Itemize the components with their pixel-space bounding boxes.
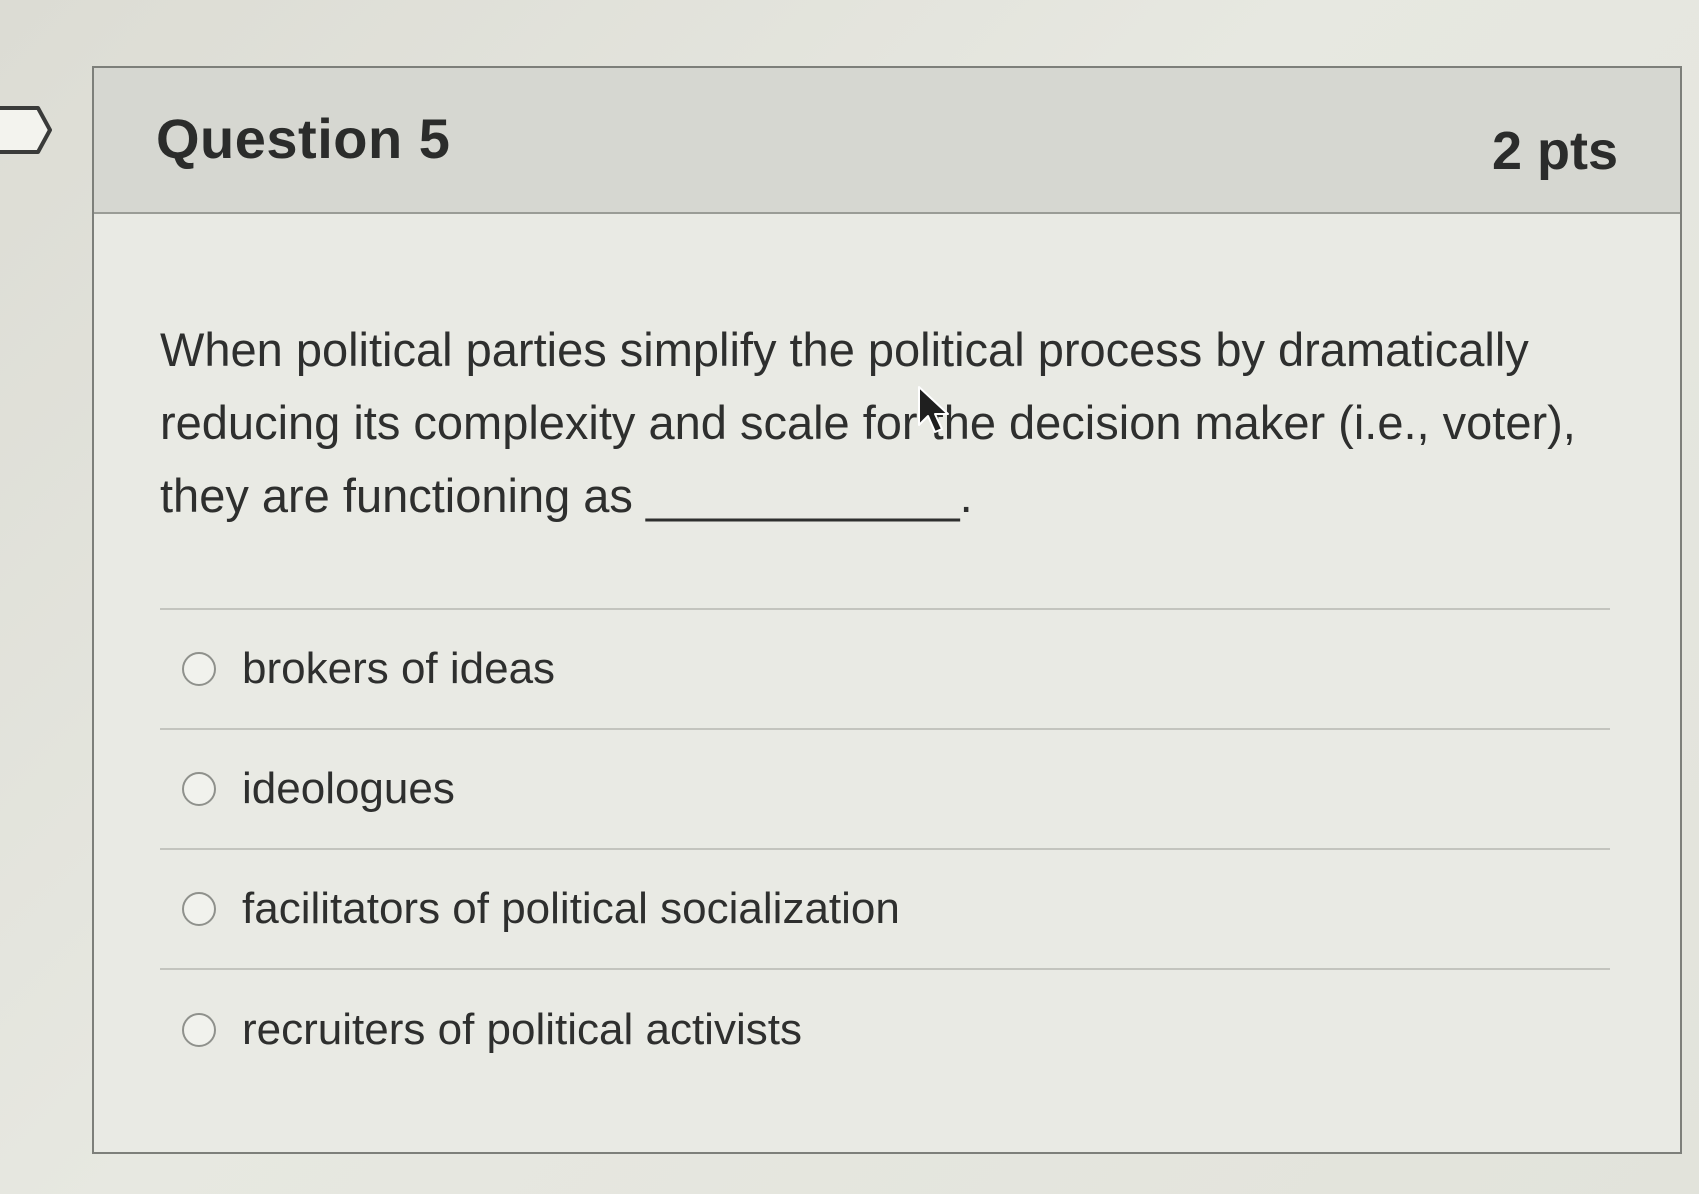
radio-button[interactable] <box>182 1013 216 1047</box>
answer-label: facilitators of political socialization <box>242 884 900 933</box>
answer-option[interactable]: brokers of ideas <box>160 610 1610 730</box>
radio-button[interactable] <box>182 772 216 806</box>
quiz-page: Question 5 2 pts When political parties … <box>0 0 1699 1194</box>
question-title: Question 5 <box>156 107 451 170</box>
radio-button[interactable] <box>182 652 216 686</box>
radio-button[interactable] <box>182 892 216 926</box>
question-flag-icon[interactable] <box>0 102 54 158</box>
answer-option[interactable]: facilitators of political socialization <box>160 850 1610 970</box>
answer-option[interactable]: recruiters of political activists <box>160 970 1610 1090</box>
question-card: Question 5 2 pts When political parties … <box>92 66 1682 1154</box>
question-text: When political parties simplify the poli… <box>160 323 1576 522</box>
answer-label: recruiters of political activists <box>242 1005 802 1054</box>
question-header: Question 5 2 pts <box>94 68 1680 214</box>
mouse-pointer-icon <box>918 386 949 433</box>
answer-label: brokers of ideas <box>242 644 556 693</box>
answer-label: ideologues <box>242 764 455 813</box>
answer-list: brokers of ideas ideologues facilitators… <box>160 608 1610 1090</box>
answer-option[interactable]: ideologues <box>160 730 1610 850</box>
question-points: 2 pts <box>1491 121 1618 181</box>
